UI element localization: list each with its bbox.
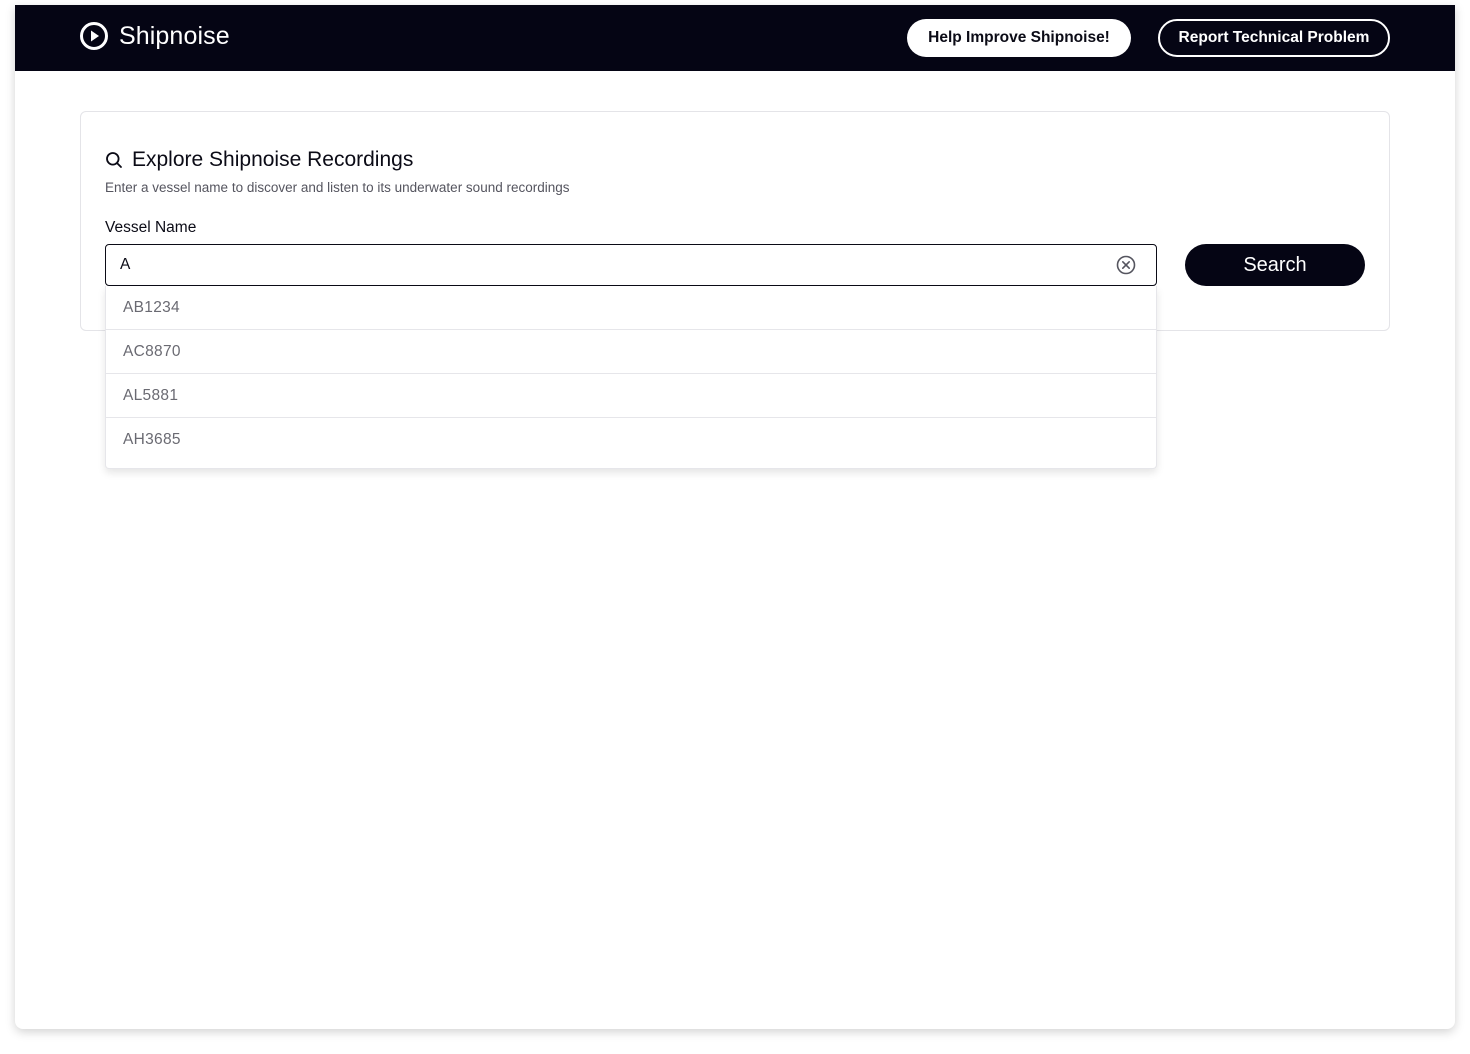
clear-circle-icon — [1116, 255, 1136, 275]
search-button[interactable]: Search — [1185, 244, 1365, 286]
suggestions-dropdown: AB1234 AC8870 AL5881 AH3685 — [105, 286, 1157, 469]
card-title-row: Explore Shipnoise Recordings — [105, 148, 413, 172]
vessel-name-input[interactable] — [120, 245, 1100, 284]
top-navigation-bar: Shipnoise Help Improve Shipnoise! Report… — [15, 5, 1455, 71]
clear-input-button[interactable] — [1116, 255, 1136, 275]
search-icon — [106, 152, 122, 168]
suggestion-item[interactable]: AL5881 — [106, 374, 1156, 418]
suggestion-item[interactable]: AH3685 — [106, 418, 1156, 462]
play-circle-icon — [80, 22, 108, 50]
page-title: Explore Shipnoise Recordings — [132, 148, 414, 171]
app-window: Shipnoise Help Improve Shipnoise! Report… — [15, 5, 1455, 1029]
suggestion-item[interactable]: AC8870 — [106, 330, 1156, 374]
brand-name: Shipnoise — [119, 21, 230, 50]
brand-logo[interactable]: Shipnoise — [79, 21, 230, 51]
report-problem-button[interactable]: Report Technical Problem — [1158, 19, 1390, 57]
page-subtitle: Enter a vessel name to discover and list… — [105, 180, 570, 195]
suggestion-item[interactable]: AB1234 — [106, 286, 1156, 330]
vessel-name-label: Vessel Name — [105, 219, 197, 236]
vessel-name-field — [105, 244, 1157, 286]
help-improve-button[interactable]: Help Improve Shipnoise! — [907, 19, 1131, 57]
